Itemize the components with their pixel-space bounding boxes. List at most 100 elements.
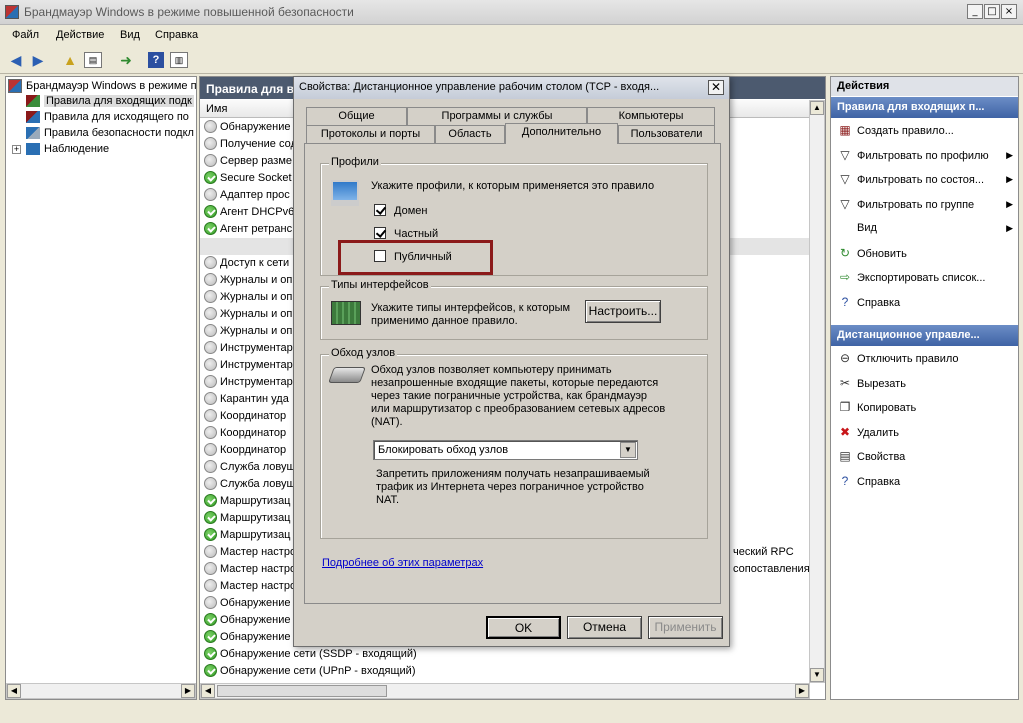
action-item[interactable]: ? Справка	[837, 293, 1015, 311]
action-item[interactable]: ⇨ Экспортировать список...	[837, 268, 1015, 286]
show-action-pane-icon[interactable]: ▥	[170, 52, 188, 68]
learn-more-link[interactable]: Подробнее об этих параметрах	[322, 557, 483, 570]
tree-item-inbound[interactable]: Правила для входящих подк	[26, 95, 194, 111]
tree-root[interactable]: Брандмауэр Windows в режиме п	[8, 79, 196, 95]
table-row[interactable]: Получение сод	[204, 136, 297, 153]
action-item[interactable]: ▦ Создать правило...	[837, 121, 1015, 139]
chevron-down-icon[interactable]: ▼	[620, 442, 636, 458]
rule-name: Инструментар	[220, 342, 293, 354]
action-group-rule[interactable]: Дистанционное управле...	[831, 325, 1018, 346]
customize-interfaces-button[interactable]: Настроить...	[585, 300, 661, 323]
scroll-thumb[interactable]	[217, 685, 387, 697]
tab-advanced[interactable]: Дополнительно	[505, 123, 618, 144]
table-row[interactable]: Журналы и оп	[204, 306, 292, 323]
domain-checkbox-row[interactable]: Домен	[374, 204, 427, 218]
scroll-down-icon[interactable]: ▼	[810, 668, 824, 682]
action-item[interactable]: ▽ Фильтровать по профилю ▶	[837, 146, 1015, 164]
list-horizontal-scrollbar[interactable]: ◀ ▶	[200, 683, 810, 699]
table-row[interactable]: Маршрутизац	[204, 493, 291, 510]
action-item[interactable]: ▤ Свойства	[837, 447, 1015, 465]
table-row[interactable]: Доступ к сети	[204, 255, 289, 272]
action-item[interactable]: ↻ Обновить	[837, 244, 1015, 262]
table-row[interactable]: Сервер разме	[204, 153, 292, 170]
tree-horizontal-scrollbar[interactable]: ◀ ▶	[6, 683, 196, 699]
show-hide-tree-icon[interactable]: ▤	[84, 52, 102, 68]
expand-icon[interactable]: +	[12, 144, 21, 154]
table-row[interactable]: Обнаружение	[204, 612, 290, 629]
table-row[interactable]: Secure Socket	[204, 170, 292, 187]
private-checkbox-label: Частный	[394, 228, 439, 240]
action-label: Экспортировать список...	[857, 272, 986, 284]
table-row[interactable]: Агент DHCPv6	[204, 204, 294, 221]
help-icon[interactable]: ?	[148, 52, 164, 68]
list-vertical-scrollbar[interactable]: ▲ ▼	[809, 100, 825, 683]
scroll-up-icon[interactable]: ▲	[810, 101, 824, 115]
table-row[interactable]: Служба ловуш	[204, 459, 295, 476]
table-row[interactable]: Агент ретранс	[204, 221, 292, 238]
table-row[interactable]: Карантин уда	[204, 391, 289, 408]
table-row[interactable]: Журналы и оп	[204, 323, 292, 340]
action-group-inbound[interactable]: Правила для входящих п...	[831, 97, 1018, 118]
table-row[interactable]: Координатор	[204, 442, 286, 459]
tree-item-outbound[interactable]: Правила для исходящего по	[26, 111, 189, 127]
table-row[interactable]: Координатор	[204, 425, 286, 442]
table-row[interactable]: Координатор	[204, 408, 286, 425]
domain-checkbox[interactable]	[374, 204, 386, 217]
menu-action[interactable]: Действие	[56, 29, 104, 41]
action-item[interactable]: ▽ Фильтровать по состоя... ▶	[837, 170, 1015, 188]
action-item[interactable]: ⊖ Отключить правило	[837, 349, 1015, 367]
back-icon[interactable]: ◀	[6, 50, 26, 70]
action-item[interactable]: ▽ Фильтровать по группе ▶	[837, 195, 1015, 213]
tab-general[interactable]: Общие	[306, 107, 407, 126]
table-row[interactable]: Мастер настро	[204, 578, 296, 595]
table-row[interactable]: Мастер настро	[204, 544, 296, 561]
table-row[interactable]: Обнаружение сети (UPnP - входящий)	[204, 663, 415, 680]
action-item[interactable]: ? Справка	[837, 472, 1015, 490]
table-row[interactable]: Инструментар	[204, 340, 293, 357]
scroll-right-icon[interactable]: ▶	[795, 684, 809, 698]
enabled-rule-icon	[204, 646, 217, 660]
table-row[interactable]: Инструментар	[204, 374, 293, 391]
table-row[interactable]: Журналы и оп	[204, 272, 292, 289]
action-item[interactable]: Вид ▶	[837, 219, 1015, 237]
table-row[interactable]: Обнаружение сети (SSDP - входящий)	[204, 646, 417, 663]
tab-scope[interactable]: Область	[435, 125, 505, 144]
table-row[interactable]: Маршрутизац	[204, 527, 291, 544]
menu-help[interactable]: Справка	[155, 29, 198, 41]
menu-view[interactable]: Вид	[120, 29, 140, 41]
table-row[interactable]: Журналы и оп	[204, 289, 292, 306]
table-row[interactable]: Адаптер прос	[204, 187, 290, 204]
enabled-rule-icon	[204, 170, 217, 184]
tree-item-monitoring[interactable]: + Наблюдение	[12, 143, 109, 159]
forward-icon[interactable]: ▶	[28, 50, 48, 70]
private-checkbox[interactable]	[374, 227, 386, 240]
menu-file[interactable]: Файл	[12, 29, 39, 41]
table-row[interactable]: Служба ловуш	[204, 476, 295, 493]
minimize-button[interactable]: _	[967, 4, 983, 19]
action-item[interactable]: ✂ Вырезать	[837, 374, 1015, 392]
enabled-rule-icon	[204, 663, 217, 677]
export-list-icon[interactable]: ➜	[116, 50, 136, 70]
tree-item-security[interactable]: Правила безопасности подкл	[26, 127, 194, 143]
action-item[interactable]: ✖ Удалить	[837, 423, 1015, 441]
scroll-left-icon[interactable]: ◀	[7, 684, 21, 698]
cancel-button[interactable]: Отмена	[567, 616, 642, 639]
table-row[interactable]: Маршрутизац	[204, 510, 291, 527]
table-row[interactable]: Мастер настро	[204, 561, 296, 578]
table-row[interactable]: Обнаружение	[204, 629, 290, 646]
apply-button[interactable]: Применить	[648, 616, 723, 639]
up-folder-icon[interactable]: ▲	[60, 50, 80, 70]
scroll-right-icon[interactable]: ▶	[181, 684, 195, 698]
table-row[interactable]: Инструментар	[204, 357, 293, 374]
dialog-close-button[interactable]: ✕	[708, 80, 724, 95]
maximize-button[interactable]: □	[984, 4, 1000, 19]
scroll-left-icon[interactable]: ◀	[201, 684, 215, 698]
table-row[interactable]: Обнаружение	[204, 595, 290, 612]
tab-protocols[interactable]: Протоколы и порты	[306, 125, 435, 144]
tab-users[interactable]: Пользователи	[618, 125, 715, 144]
table-row[interactable]: Обнаружение	[204, 119, 290, 136]
ok-button[interactable]: OK	[486, 616, 561, 639]
close-window-button[interactable]: ×	[1001, 4, 1017, 19]
action-item[interactable]: ❐ Копировать	[837, 398, 1015, 416]
edge-traversal-select[interactable]: Блокировать обход узлов ▼	[373, 440, 638, 460]
